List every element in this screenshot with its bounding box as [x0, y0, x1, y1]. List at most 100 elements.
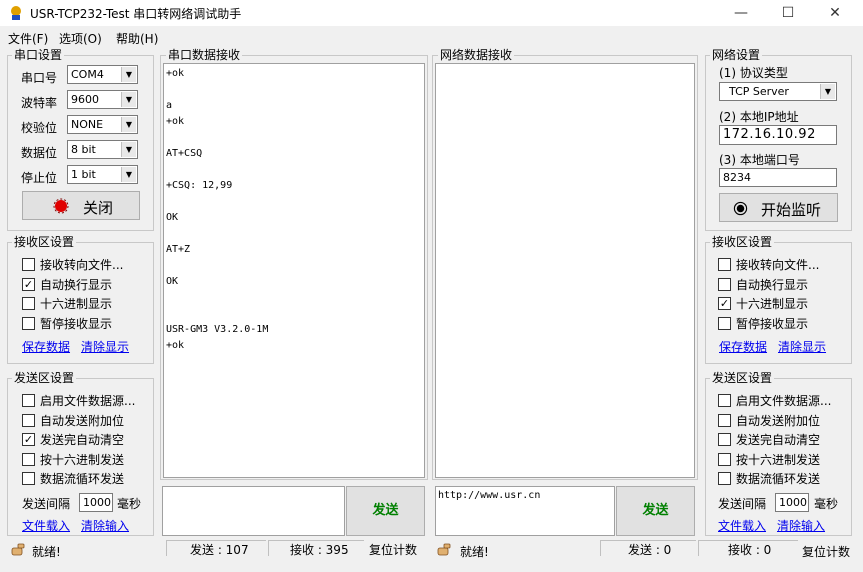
- port-value: COM4: [71, 68, 104, 81]
- net-tx-option-label: 自动发送附加位: [736, 413, 821, 428]
- port-select[interactable]: COM4 ▼: [67, 65, 138, 84]
- close-port-button[interactable]: 关闭: [22, 191, 140, 220]
- net-tx-option-label: 按十六进制发送: [736, 452, 821, 467]
- menu-help[interactable]: 帮助(H): [116, 30, 158, 47]
- net-interval-unit: 毫秒: [814, 497, 839, 511]
- serial-interval-label: 发送间隔: [22, 497, 71, 511]
- net-tx-checkbox-3[interactable]: [718, 452, 731, 466]
- app-icon: [11, 6, 21, 20]
- net-tx-checkbox-4[interactable]: [718, 472, 731, 485]
- serial-tx-option-label: 数据流循环发送: [40, 472, 125, 486]
- serial-receive-line: OK: [166, 212, 179, 223]
- serial-rx-checkbox-2[interactable]: [22, 297, 35, 310]
- record-icon: [733, 201, 748, 216]
- serial-tx-checkbox-0[interactable]: [22, 394, 35, 407]
- hand-pointer-icon: [11, 543, 25, 556]
- net-status-ready: 就绪!: [460, 545, 489, 559]
- close-window-button[interactable]: ✕: [812, 0, 858, 26]
- protocol-label: (1) 协议类型: [719, 66, 788, 80]
- serial-clear-input-link[interactable]: 清除输入: [81, 517, 129, 534]
- serial-tx-checkbox-4[interactable]: [22, 472, 35, 485]
- dropdown-arrow-icon[interactable]: ▼: [121, 167, 136, 182]
- net-rx-title: 接收区设置: [710, 235, 775, 249]
- dropdown-arrow-icon[interactable]: ▼: [121, 92, 136, 107]
- ip-input[interactable]: 172.16.10.92: [719, 125, 837, 145]
- local-port-input[interactable]: 8234: [719, 168, 837, 187]
- port-label: 串口号: [21, 71, 58, 85]
- start-listen-button[interactable]: 开始监听: [719, 193, 838, 222]
- serial-tx-title: 发送区设置: [12, 371, 77, 385]
- serial-tx-checkbox-2[interactable]: ✓: [22, 433, 35, 446]
- serial-receive-line: [166, 258, 422, 274]
- serial-receive-line: USR-GM3 V3.2.0-1M: [166, 324, 269, 335]
- net-rx-checkbox-2[interactable]: ✓: [718, 297, 731, 310]
- data-bits-select[interactable]: 8 bit ▼: [67, 140, 138, 159]
- network-settings-title: 网络设置: [710, 48, 763, 62]
- dropdown-arrow-icon[interactable]: ▼: [121, 142, 136, 157]
- net-interval-label: 发送间隔: [718, 497, 767, 511]
- serial-save-link[interactable]: 保存数据: [22, 338, 70, 355]
- net-rx-option-label: 暂停接收显示: [736, 316, 809, 331]
- serial-rx-checkbox-3[interactable]: [22, 316, 35, 330]
- serial-interval-input[interactable]: 1000: [79, 493, 113, 512]
- net-tx-checkbox-0[interactable]: [718, 394, 731, 407]
- serial-receive-line: a: [166, 100, 173, 111]
- serial-rx-option-label: 暂停接收显示: [40, 316, 113, 331]
- minimize-button[interactable]: —: [718, 0, 764, 26]
- serial-sent-count: 发送 : 107: [190, 543, 249, 557]
- serial-tx-option-label: 按十六进制发送: [40, 452, 125, 467]
- net-clear-display-link[interactable]: 清除显示: [778, 338, 826, 355]
- serial-status-ready: 就绪!: [32, 545, 61, 559]
- serial-receive-line: [166, 162, 422, 178]
- net-file-load-link[interactable]: 文件载入: [718, 517, 766, 534]
- net-rx-checkbox-0[interactable]: [718, 258, 731, 271]
- stop-bits-select[interactable]: 1 bit ▼: [67, 165, 138, 184]
- net-send-input[interactable]: http://www.usr.cn: [435, 486, 615, 536]
- start-listen-label: 开始监听: [761, 201, 822, 219]
- dropdown-arrow-icon[interactable]: ▼: [121, 67, 136, 82]
- menu-file[interactable]: 文件(F): [8, 30, 48, 47]
- serial-send-button[interactable]: 发送: [346, 486, 425, 536]
- serial-tx-checkbox-1[interactable]: [22, 413, 35, 427]
- net-tx-checkbox-1[interactable]: [718, 413, 731, 427]
- net-send-button[interactable]: 发送: [616, 486, 695, 536]
- serial-rx-option-label: 接收转向文件...: [40, 258, 124, 272]
- net-receive-area[interactable]: [435, 63, 695, 478]
- serial-reset-count-button[interactable]: 复位计数: [369, 541, 417, 558]
- serial-rx-checkbox-0[interactable]: [22, 258, 35, 271]
- net-rx-option-label: 接收转向文件...: [736, 258, 820, 272]
- net-rx-checkbox-1[interactable]: [718, 277, 731, 291]
- dropdown-arrow-icon[interactable]: ▼: [820, 84, 835, 99]
- serial-receive-line: [166, 82, 422, 98]
- serial-file-load-link[interactable]: 文件载入: [22, 517, 70, 534]
- net-interval-input[interactable]: 1000: [775, 493, 809, 512]
- serial-rx-checkbox-1[interactable]: ✓: [22, 277, 35, 291]
- serial-rx-option-label: 自动换行显示: [40, 277, 113, 292]
- net-sent-count: 发送 : 0: [628, 543, 672, 557]
- serial-data-title: 串口数据接收: [166, 48, 243, 62]
- menu-options[interactable]: 选项(O): [59, 30, 102, 47]
- stop-bits-label: 停止位: [21, 171, 58, 185]
- protocol-value: TCP Server: [729, 85, 789, 98]
- serial-receive-area[interactable]: +ok a +ok AT+CSQ +CSQ: 12,99 OK AT+Z OK USR-GM3 …: [163, 63, 425, 478]
- net-tx-checkbox-2[interactable]: [718, 433, 731, 446]
- hand-pointer-icon: [437, 543, 451, 556]
- protocol-select[interactable]: TCP Server ▼: [719, 82, 837, 101]
- net-reset-count-button[interactable]: 复位计数: [802, 543, 850, 560]
- parity-select[interactable]: NONE ▼: [67, 115, 138, 134]
- serial-receive-line: +ok: [166, 340, 185, 351]
- net-tx-option-label: 启用文件数据源...: [736, 394, 832, 408]
- baud-select[interactable]: 9600 ▼: [67, 90, 138, 109]
- serial-send-input[interactable]: [162, 486, 345, 536]
- dropdown-arrow-icon[interactable]: ▼: [121, 117, 136, 132]
- serial-clear-display-link[interactable]: 清除显示: [81, 338, 129, 355]
- maximize-button[interactable]: ☐: [765, 0, 811, 26]
- serial-tx-checkbox-3[interactable]: [22, 452, 35, 466]
- net-tx-option-label: 发送完自动清空: [736, 433, 821, 447]
- serial-interval-unit: 毫秒: [117, 497, 142, 511]
- net-rx-checkbox-3[interactable]: [718, 316, 731, 330]
- net-clear-input-link[interactable]: 清除输入: [777, 517, 825, 534]
- parity-label: 校验位: [21, 121, 58, 135]
- serial-tx-option-label: 发送完自动清空: [40, 433, 125, 447]
- net-save-link[interactable]: 保存数据: [719, 338, 767, 355]
